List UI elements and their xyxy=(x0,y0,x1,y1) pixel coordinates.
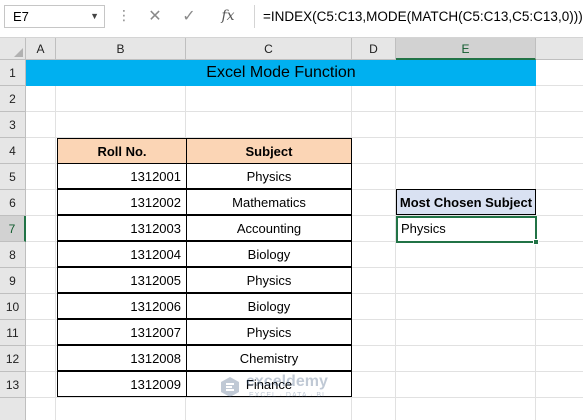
column-header-f-partial[interactable] xyxy=(536,38,583,60)
row-header-14-partial[interactable] xyxy=(0,398,26,420)
table-cell-subject[interactable]: Biology xyxy=(186,293,352,319)
table-cell-roll[interactable]: 1312003 xyxy=(57,215,187,241)
table-cell-subject[interactable]: Accounting xyxy=(186,215,352,241)
column-header-c[interactable]: C xyxy=(186,38,352,60)
table-cell-subject[interactable]: Physics xyxy=(186,319,352,345)
select-all-icon xyxy=(14,48,23,57)
chevron-down-icon[interactable]: ▼ xyxy=(90,6,99,27)
row-header-7[interactable]: 7 xyxy=(0,216,26,242)
row-header-5[interactable]: 5 xyxy=(0,164,26,190)
column-header-e[interactable]: E xyxy=(396,38,536,60)
table-cell-roll[interactable]: 1312006 xyxy=(57,293,187,319)
column-header-b[interactable]: B xyxy=(56,38,186,60)
table-cell-subject[interactable]: Chemistry xyxy=(186,345,352,371)
table-cell-subject[interactable]: Mathematics xyxy=(186,189,352,215)
exceldemy-logo-icon xyxy=(221,377,239,397)
row-header-9[interactable]: 9 xyxy=(0,268,26,294)
table-cell-subject[interactable]: Physics xyxy=(186,163,352,189)
formula-input[interactable]: =INDEX(C5:C13,MODE(MATCH(C5:C13,C5:C13,0… xyxy=(254,5,583,28)
select-all-corner[interactable] xyxy=(0,38,26,60)
table-cell-roll[interactable]: 1312005 xyxy=(57,267,187,293)
table-cell-roll[interactable]: 1312008 xyxy=(57,345,187,371)
more-options-icon[interactable]: ⋮ xyxy=(117,5,131,28)
table-cell-subject[interactable]: Physics xyxy=(186,267,352,293)
table-cell-roll[interactable]: 1312007 xyxy=(57,319,187,345)
column-header-a[interactable]: A xyxy=(26,38,56,60)
row-header-4[interactable]: 4 xyxy=(0,138,26,164)
cancel-icon[interactable]: ✕ xyxy=(144,5,166,28)
watermark-tagline: EXCEL · DATA · BI xyxy=(249,392,325,399)
row-header-8[interactable]: 8 xyxy=(0,242,26,268)
sheet-title[interactable]: Excel Mode Function xyxy=(26,60,536,86)
table-cell-roll[interactable]: 1312001 xyxy=(57,163,187,189)
table-cell-roll[interactable]: 1312004 xyxy=(57,241,187,267)
insert-function-icon[interactable]: fx xyxy=(215,5,241,28)
table-cell-roll[interactable]: 1312009 xyxy=(57,371,187,397)
name-box[interactable]: E7 ▼ xyxy=(4,5,105,28)
name-box-value: E7 xyxy=(13,9,29,24)
fill-handle[interactable] xyxy=(533,239,539,245)
row-header-6[interactable]: 6 xyxy=(0,190,26,216)
column-header-d[interactable]: D xyxy=(352,38,396,60)
watermark: exceldemy EXCEL · DATA · BI xyxy=(218,373,378,403)
row-header-1[interactable]: 1 xyxy=(0,60,26,86)
result-header[interactable]: Most Chosen Subject xyxy=(396,189,536,215)
table-header-subject[interactable]: Subject xyxy=(186,138,352,164)
enter-icon[interactable]: ✓ xyxy=(178,5,200,28)
table-cell-roll[interactable]: 1312002 xyxy=(57,189,187,215)
table-header-roll[interactable]: Roll No. xyxy=(57,138,187,164)
row-header-11[interactable]: 11 xyxy=(0,320,26,346)
gridline xyxy=(55,60,56,420)
watermark-brand: exceldemy xyxy=(246,373,328,390)
row-header-3[interactable]: 3 xyxy=(0,112,26,138)
row-header-2[interactable]: 2 xyxy=(0,86,26,112)
row-header-12[interactable]: 12 xyxy=(0,346,26,372)
row-header-13[interactable]: 13 xyxy=(0,372,26,398)
gridline xyxy=(26,111,583,112)
result-cell-selected[interactable]: Physics xyxy=(396,216,537,243)
row-header-10[interactable]: 10 xyxy=(0,294,26,320)
table-cell-subject[interactable]: Biology xyxy=(186,241,352,267)
